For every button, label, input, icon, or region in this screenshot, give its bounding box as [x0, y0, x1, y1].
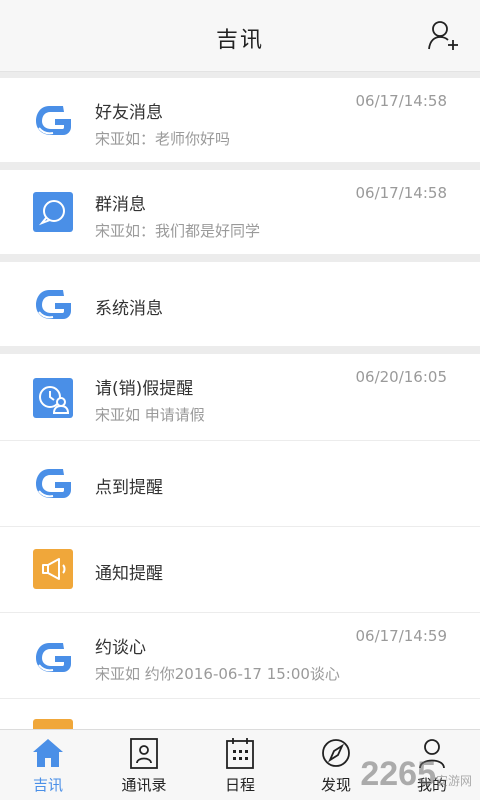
item-time: 06/17/14:58 [355, 184, 447, 202]
leave-clock-user-icon [33, 378, 73, 418]
list-item-heart-talk[interactable]: 约谈心 宋亚如 约你2016-06-17 15:00谈心 06/17/14:59 [0, 613, 480, 698]
app-logo-icon [33, 100, 73, 140]
page-title: 吉讯 [215, 28, 264, 53]
chat-bubble-icon [33, 192, 73, 232]
item-time: 06/17/14:58 [355, 92, 447, 110]
list-item-attendance-reminder[interactable]: 点到提醒 [0, 441, 480, 526]
item-preview: 宋亚如：老师你好吗 [95, 130, 231, 148]
compass-icon [318, 736, 354, 770]
item-name: 请(销)假提醒 [95, 379, 194, 399]
top-bar: 吉讯 [0, 0, 480, 72]
item-name: 群消息 [95, 195, 146, 215]
home-icon [30, 736, 66, 770]
item-preview: 宋亚如：我们都是好同学 [95, 222, 261, 240]
item-preview: 宋亚如 申请请假 [95, 406, 205, 424]
tab-label: 日程 [224, 776, 255, 794]
list-item-group-messages[interactable]: 群消息 宋亚如：我们都是好同学 06/17/14:58 [0, 170, 480, 254]
tab-contacts[interactable]: 通讯录 [96, 730, 192, 800]
watermark-sub: 安游网 [435, 774, 472, 788]
app-logo-icon [33, 284, 73, 324]
tab-label: 通讯录 [121, 776, 167, 794]
add-contact-icon [428, 21, 458, 50]
app-logo-icon [33, 637, 73, 677]
list-item-partial[interactable] [0, 699, 480, 739]
item-time: 06/20/16:05 [355, 368, 447, 386]
list-item-friend-messages[interactable]: 好友消息 宋亚如：老师你好吗 06/17/14:58 [0, 78, 480, 162]
watermark: 2265安游网 [360, 755, 472, 794]
list-item-notice-reminder[interactable]: 通知提醒 [0, 527, 480, 612]
contacts-icon [126, 736, 162, 770]
tab-jixun[interactable]: 吉讯 [0, 730, 96, 800]
watermark-text: 2265 [360, 755, 436, 793]
list-item-system-messages[interactable]: 系统消息 [0, 262, 480, 346]
tab-schedule[interactable]: 日程 [192, 730, 288, 800]
item-name: 通知提醒 [95, 564, 163, 584]
item-preview: 宋亚如 约你2016-06-17 15:00谈心 [95, 665, 340, 683]
item-name: 好友消息 [95, 103, 163, 123]
item-name: 点到提醒 [95, 478, 163, 498]
item-name: 系统消息 [95, 299, 163, 319]
item-name: 约谈心 [95, 638, 146, 658]
megaphone-icon [33, 549, 73, 589]
calendar-icon [222, 736, 258, 770]
item-time: 06/17/14:59 [355, 627, 447, 645]
tab-label: 吉讯 [32, 776, 63, 794]
add-contact-button[interactable] [426, 18, 460, 52]
list-item-leave-reminder[interactable]: 请(销)假提醒 宋亚如 申请请假 06/20/16:05 [0, 354, 480, 440]
app-logo-icon [33, 463, 73, 503]
